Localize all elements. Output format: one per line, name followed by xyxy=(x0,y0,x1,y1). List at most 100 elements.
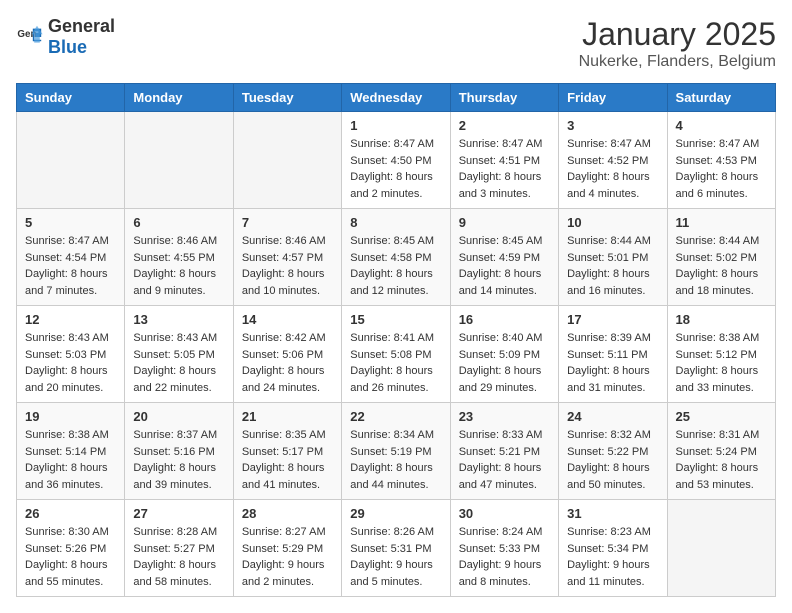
cell-line: Daylight: 8 hours xyxy=(459,363,550,380)
cell-line: Sunrise: 8:43 AM xyxy=(25,330,116,347)
cell-line: and 2 minutes. xyxy=(350,186,441,203)
day-number: 23 xyxy=(459,409,550,424)
cell-content: Sunrise: 8:39 AMSunset: 5:11 PMDaylight:… xyxy=(567,330,658,396)
day-number: 13 xyxy=(133,312,224,327)
cell-line: Sunset: 5:33 PM xyxy=(459,541,550,558)
calendar-cell: 25Sunrise: 8:31 AMSunset: 5:24 PMDayligh… xyxy=(667,403,775,500)
cell-content: Sunrise: 8:41 AMSunset: 5:08 PMDaylight:… xyxy=(350,330,441,396)
day-number: 12 xyxy=(25,312,116,327)
day-number: 1 xyxy=(350,118,441,133)
cell-line: Sunset: 4:53 PM xyxy=(676,153,767,170)
cell-line: and 5 minutes. xyxy=(350,574,441,591)
cell-line: and 24 minutes. xyxy=(242,380,333,397)
cell-content: Sunrise: 8:43 AMSunset: 5:03 PMDaylight:… xyxy=(25,330,116,396)
day-of-week-header: Thursday xyxy=(450,84,558,112)
cell-line: Daylight: 8 hours xyxy=(567,169,658,186)
cell-line: and 16 minutes. xyxy=(567,283,658,300)
cell-line: Sunrise: 8:38 AM xyxy=(25,427,116,444)
cell-line: and 31 minutes. xyxy=(567,380,658,397)
cell-line: and 36 minutes. xyxy=(25,477,116,494)
logo: Gen General Blue xyxy=(16,16,115,58)
day-number: 9 xyxy=(459,215,550,230)
calendar-header-row: SundayMondayTuesdayWednesdayThursdayFrid… xyxy=(17,84,776,112)
logo-general-text: General xyxy=(48,16,115,36)
cell-content: Sunrise: 8:44 AMSunset: 5:01 PMDaylight:… xyxy=(567,233,658,299)
day-of-week-header: Sunday xyxy=(17,84,125,112)
cell-line: Sunrise: 8:32 AM xyxy=(567,427,658,444)
calendar-cell: 7Sunrise: 8:46 AMSunset: 4:57 PMDaylight… xyxy=(233,209,341,306)
cell-line: and 41 minutes. xyxy=(242,477,333,494)
cell-content: Sunrise: 8:23 AMSunset: 5:34 PMDaylight:… xyxy=(567,524,658,590)
day-of-week-header: Tuesday xyxy=(233,84,341,112)
cell-content: Sunrise: 8:34 AMSunset: 5:19 PMDaylight:… xyxy=(350,427,441,493)
cell-line: Sunset: 4:55 PM xyxy=(133,250,224,267)
calendar-cell xyxy=(125,112,233,209)
day-number: 30 xyxy=(459,506,550,521)
cell-line: and 44 minutes. xyxy=(350,477,441,494)
cell-line: Daylight: 8 hours xyxy=(567,363,658,380)
day-number: 6 xyxy=(133,215,224,230)
calendar-cell: 31Sunrise: 8:23 AMSunset: 5:34 PMDayligh… xyxy=(559,500,667,597)
cell-line: and 58 minutes. xyxy=(133,574,224,591)
calendar-table: SundayMondayTuesdayWednesdayThursdayFrid… xyxy=(16,83,776,597)
cell-line: Sunrise: 8:34 AM xyxy=(350,427,441,444)
calendar-week-row: 12 Sunrise: 8:43 AMSunset: 5:03 PMDayligh… xyxy=(17,306,776,403)
cell-content: Sunrise: 8:43 AMSunset: 5:05 PMDaylight:… xyxy=(133,330,224,396)
day-number: 27 xyxy=(133,506,224,521)
cell-line: Sunrise: 8:42 AM xyxy=(242,330,333,347)
calendar-cell: 4Sunrise: 8:47 AMSunset: 4:53 PMDaylight… xyxy=(667,112,775,209)
calendar-cell: 16Sunrise: 8:40 AMSunset: 5:09 PMDayligh… xyxy=(450,306,558,403)
cell-line: Sunset: 5:22 PM xyxy=(567,444,658,461)
calendar-cell: 21Sunrise: 8:35 AMSunset: 5:17 PMDayligh… xyxy=(233,403,341,500)
calendar-cell: 17Sunrise: 8:39 AMSunset: 5:11 PMDayligh… xyxy=(559,306,667,403)
cell-line: Daylight: 8 hours xyxy=(25,460,116,477)
cell-content: Sunrise: 8:45 AMSunset: 4:58 PMDaylight:… xyxy=(350,233,441,299)
cell-content: Sunrise: 8:38 AMSunset: 5:12 PMDaylight:… xyxy=(676,330,767,396)
cell-line: Sunrise: 8:37 AM xyxy=(133,427,224,444)
day-of-week-header: Monday xyxy=(125,84,233,112)
cell-line: Sunset: 5:31 PM xyxy=(350,541,441,558)
cell-line: Sunset: 5:16 PM xyxy=(133,444,224,461)
cell-line: and 8 minutes. xyxy=(459,574,550,591)
cell-line: Sunrise: 8:46 AM xyxy=(133,233,224,250)
cell-line: Sunset: 4:50 PM xyxy=(350,153,441,170)
calendar-cell xyxy=(233,112,341,209)
cell-line: Sunset: 5:05 PM xyxy=(133,347,224,364)
day-of-week-header: Friday xyxy=(559,84,667,112)
day-number: 19 xyxy=(25,409,116,424)
cell-line: Daylight: 9 hours xyxy=(350,557,441,574)
cell-content: Sunrise: 8:35 AMSunset: 5:17 PMDaylight:… xyxy=(242,427,333,493)
cell-line: and 9 minutes. xyxy=(133,283,224,300)
cell-line: Daylight: 8 hours xyxy=(350,460,441,477)
cell-line: and 18 minutes. xyxy=(676,283,767,300)
cell-content: Sunrise: 8:33 AMSunset: 5:21 PMDaylight:… xyxy=(459,427,550,493)
day-number: 4 xyxy=(676,118,767,133)
cell-line: Daylight: 9 hours xyxy=(567,557,658,574)
cell-line: Sunrise: 8:39 AM xyxy=(567,330,658,347)
calendar-cell: 23 Sunrise: 8:33 AMSunset: 5:21 PMDayligh… xyxy=(450,403,558,500)
cell-line: Daylight: 8 hours xyxy=(459,460,550,477)
cell-line: Daylight: 8 hours xyxy=(242,363,333,380)
day-number: 16 xyxy=(459,312,550,327)
cell-line: and 26 minutes. xyxy=(350,380,441,397)
cell-line: Sunrise: 8:45 AM xyxy=(350,233,441,250)
cell-line: Daylight: 8 hours xyxy=(567,460,658,477)
day-number: 29 xyxy=(350,506,441,521)
cell-line: Sunrise: 8:47 AM xyxy=(25,233,116,250)
cell-line: Sunrise: 8:38 AM xyxy=(676,330,767,347)
calendar-cell: 3Sunrise: 8:47 AMSunset: 4:52 PMDaylight… xyxy=(559,112,667,209)
cell-line: Daylight: 8 hours xyxy=(25,266,116,283)
cell-line: Sunrise: 8:28 AM xyxy=(133,524,224,541)
day-number: 20 xyxy=(133,409,224,424)
cell-line: Sunset: 5:09 PM xyxy=(459,347,550,364)
cell-content: Sunrise: 8:28 AMSunset: 5:27 PMDaylight:… xyxy=(133,524,224,590)
cell-line: Daylight: 8 hours xyxy=(459,266,550,283)
logo-blue-text: Blue xyxy=(48,37,87,57)
day-number: 25 xyxy=(676,409,767,424)
cell-line: Sunset: 4:57 PM xyxy=(242,250,333,267)
calendar-cell: 15Sunrise: 8:41 AMSunset: 5:08 PMDayligh… xyxy=(342,306,450,403)
day-number: 5 xyxy=(25,215,116,230)
cell-content: Sunrise: 8:26 AMSunset: 5:31 PMDaylight:… xyxy=(350,524,441,590)
cell-line: Daylight: 8 hours xyxy=(25,557,116,574)
calendar-cell: 14Sunrise: 8:42 AMSunset: 5:06 PMDayligh… xyxy=(233,306,341,403)
